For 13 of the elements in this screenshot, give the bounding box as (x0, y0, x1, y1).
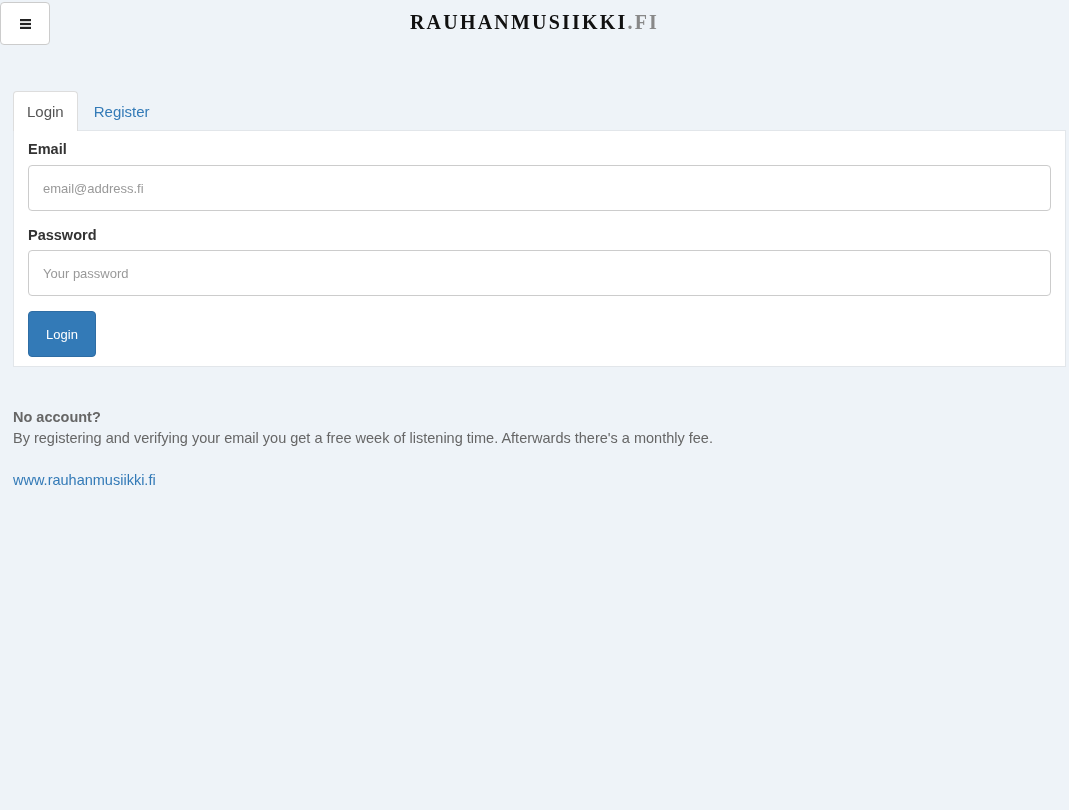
login-button[interactable]: Login (28, 311, 96, 357)
tab[interactable]: Register (79, 91, 164, 131)
menu-button[interactable] (0, 2, 50, 45)
tab[interactable]: Login (13, 91, 78, 131)
info-text: By registering and verifying your email you get a free week of listening time. Afterwards there's a monthly fee. (13, 429, 713, 448)
info-heading: No account? (13, 408, 101, 427)
site-logo[interactable]: RAUHANMUSIIKKI.FI (409, 8, 660, 36)
field-label: Email (28, 140, 67, 159)
menu-icon (19, 18, 31, 29)
input-field[interactable]: Your password (28, 250, 1051, 296)
input-field[interactable]: email@address.fi (28, 165, 1051, 211)
field-label: Password (28, 226, 97, 245)
website-link[interactable]: www.rauhanmusiikki.fi (13, 470, 156, 491)
